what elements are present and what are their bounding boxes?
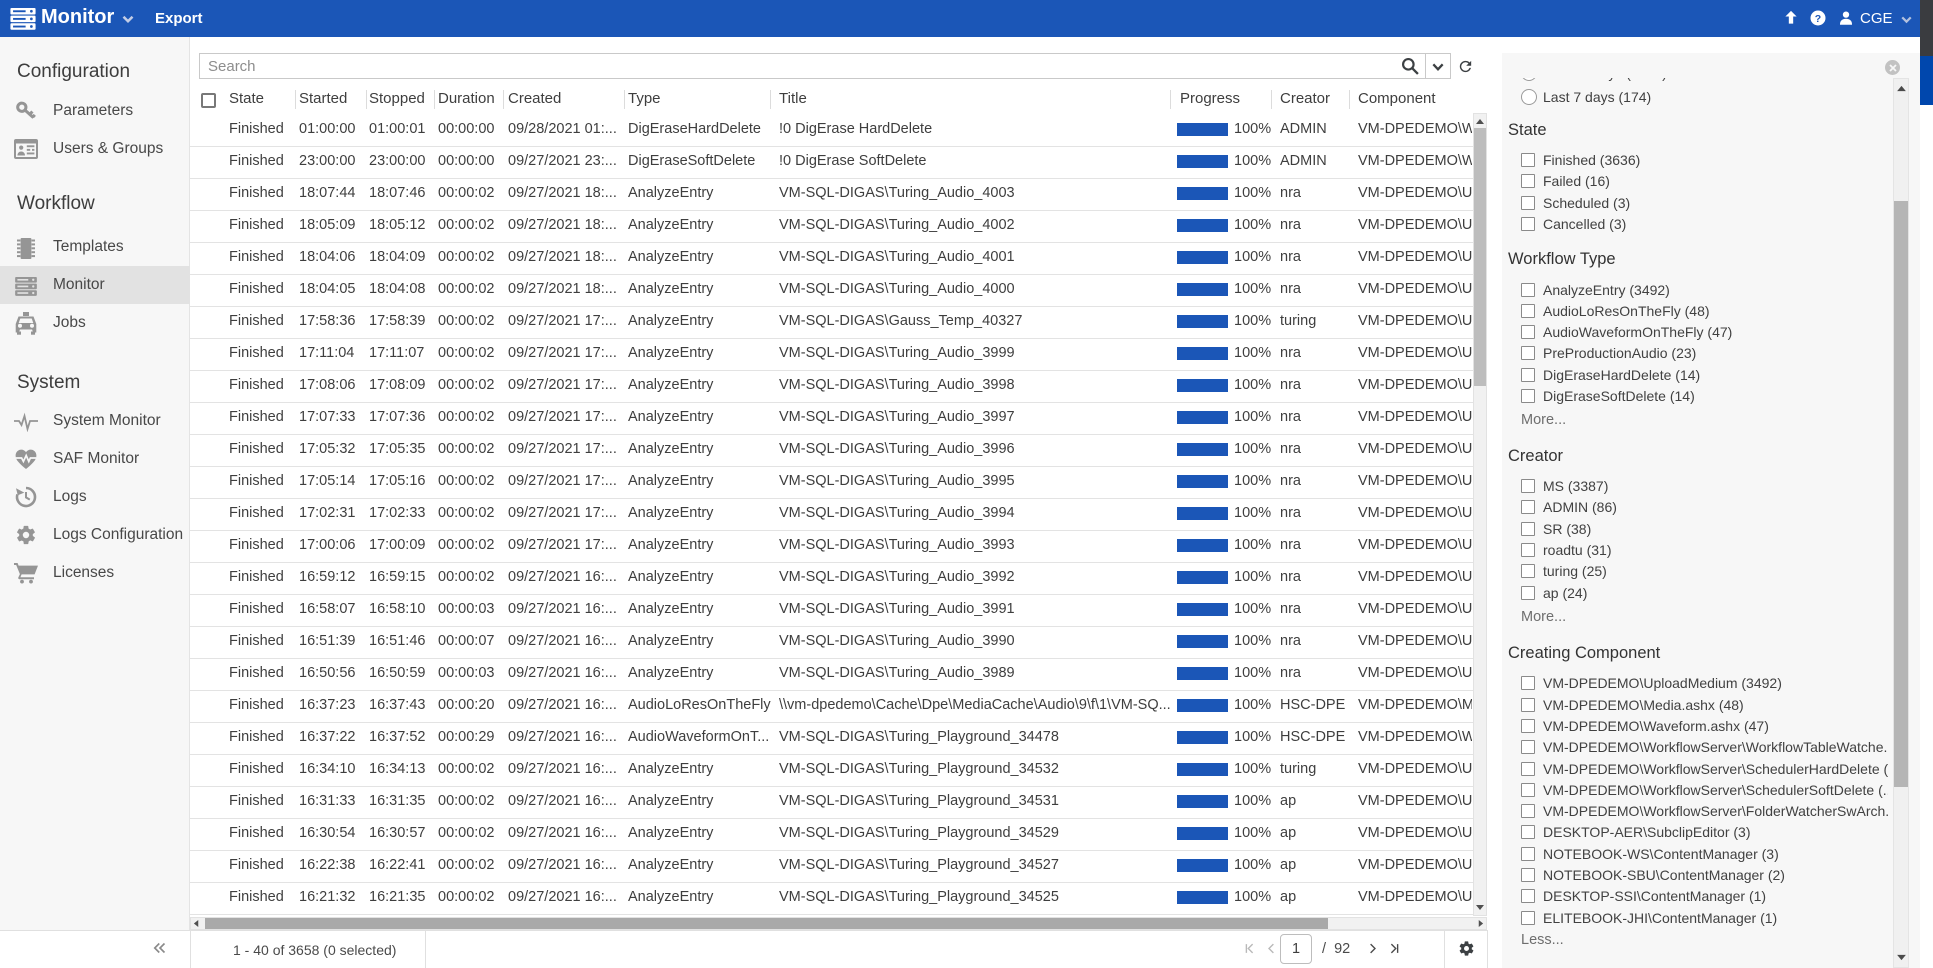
svg-text:?: ? [1815, 13, 1821, 25]
